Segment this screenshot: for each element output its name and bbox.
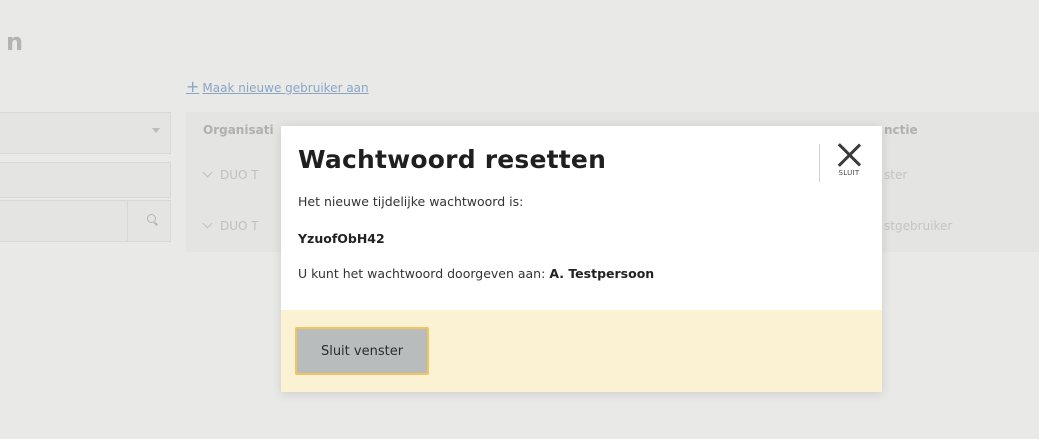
- create-user-link[interactable]: + Maak nieuwe gebruiker aan: [186, 77, 369, 96]
- search-divider: [127, 201, 128, 241]
- table-row[interactable]: DUO T: [200, 167, 259, 182]
- reset-password-dialog: Wachtwoord resetten SLUIT Het nieuwe tij…: [281, 126, 882, 392]
- forward-text: U kunt het wachtwoord doorgeven aan: A. …: [298, 266, 654, 281]
- chevron-down-icon: [202, 218, 213, 229]
- close-icon: [837, 143, 861, 167]
- dialog-title: Wachtwoord resetten: [298, 145, 607, 174]
- close-window-button[interactable]: Sluit venster: [295, 327, 429, 375]
- row-function-cell: stgebruiker: [884, 219, 953, 233]
- row-function-cell: ster: [884, 168, 908, 182]
- page-title: n: [6, 28, 24, 56]
- dialog-footer: Sluit venster: [281, 310, 882, 392]
- search-icon[interactable]: [147, 214, 156, 223]
- column-header-function[interactable]: nctie: [884, 123, 918, 137]
- column-header-organisation[interactable]: Organisati: [203, 123, 274, 137]
- filter-input[interactable]: [0, 162, 171, 198]
- temporary-password: YzuofObH42: [298, 231, 385, 246]
- plus-icon: +: [186, 77, 200, 96]
- forward-label: U kunt het wachtwoord doorgeven aan:: [298, 266, 546, 281]
- recipient-name: A. Testpersoon: [549, 266, 655, 281]
- row-org-cell: DUO T: [220, 168, 259, 182]
- chevron-down-icon: [202, 167, 213, 178]
- close-divider: [819, 144, 820, 182]
- table-row[interactable]: DUO T: [200, 218, 259, 233]
- password-intro-text: Het nieuwe tijdelijke wachtwoord is:: [298, 194, 524, 209]
- row-org-cell: DUO T: [220, 219, 259, 233]
- search-input[interactable]: [0, 200, 171, 242]
- close-label: SLUIT: [838, 169, 860, 177]
- close-button[interactable]: SLUIT: [829, 140, 869, 186]
- organisation-filter-select[interactable]: [0, 112, 171, 154]
- create-user-link-label: Maak nieuwe gebruiker aan: [202, 81, 369, 95]
- caret-down-icon: [152, 128, 160, 133]
